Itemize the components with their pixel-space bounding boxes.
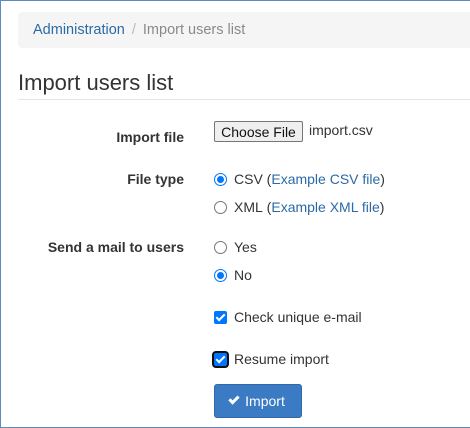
example-csv-file-link[interactable]: Example CSV file [271, 171, 380, 187]
resume-import-option[interactable]: Resume import [214, 351, 329, 367]
breadcrumb-current: Import users list [142, 22, 246, 38]
file-type-option-csv[interactable]: CSV ( Example CSV file ) [214, 171, 385, 187]
resume-import-label: Resume import [234, 351, 329, 367]
title-divider [18, 99, 470, 100]
xml-open-paren: ( [262, 199, 272, 215]
check-icon [228, 393, 240, 405]
breadcrumb-administration-link[interactable]: Administration [33, 22, 125, 38]
xml-option-label: XML [234, 199, 263, 215]
xml-close-paren: ) [379, 199, 385, 215]
check-unique-email-label: Check unique e-mail [234, 309, 362, 325]
send-mail-no-label: No [234, 267, 252, 283]
send-mail-label: Send a mail to users [47, 239, 184, 255]
file-type-label: File type [127, 171, 184, 187]
csv-radio[interactable] [214, 172, 227, 186]
page-title: Import users list [18, 70, 174, 95]
xml-radio[interactable] [214, 200, 227, 214]
import-button-label: Import [245, 393, 285, 409]
breadcrumb: Administration / Import users list [18, 12, 470, 48]
file-type-option-xml[interactable]: XML ( Example XML file ) [214, 199, 384, 215]
send-mail-yes-label: Yes [234, 239, 257, 255]
import-button[interactable]: Import [214, 384, 302, 418]
resume-import-checkbox[interactable] [214, 352, 227, 366]
check-unique-email-checkbox[interactable] [214, 310, 227, 324]
send-mail-no-radio[interactable] [214, 268, 227, 282]
choose-file-button[interactable]: Choose File [214, 121, 303, 142]
csv-open-paren: ( [262, 171, 272, 187]
selected-file-name: import.csv [309, 122, 373, 138]
check-unique-email-option[interactable]: Check unique e-mail [214, 309, 362, 325]
send-mail-yes-radio[interactable] [214, 240, 227, 254]
csv-close-paren: ) [380, 171, 385, 187]
send-mail-option-no[interactable]: No [214, 267, 252, 283]
breadcrumb-separator: / [131, 22, 136, 38]
csv-option-label: CSV [234, 171, 263, 187]
send-mail-option-yes[interactable]: Yes [214, 239, 257, 255]
example-xml-file-link[interactable]: Example XML file [271, 199, 379, 215]
import-file-label: Import file [116, 129, 184, 145]
